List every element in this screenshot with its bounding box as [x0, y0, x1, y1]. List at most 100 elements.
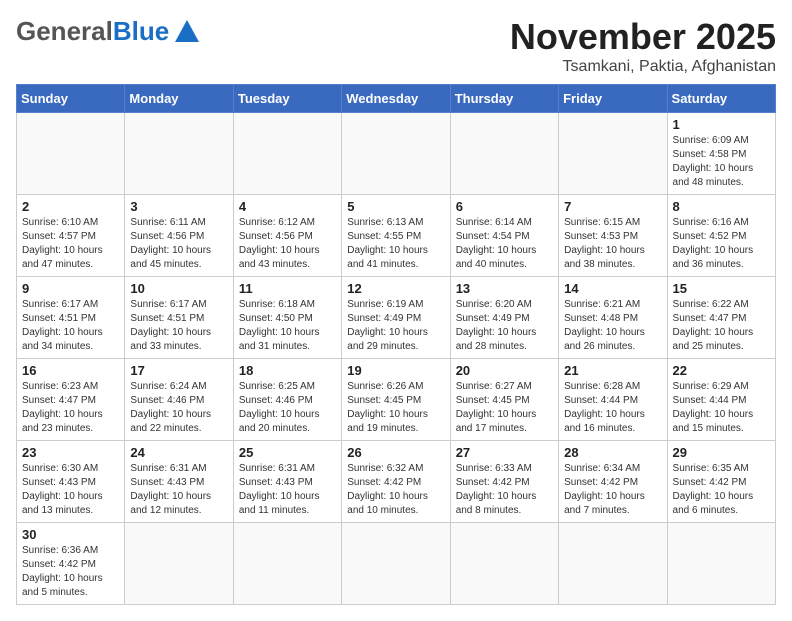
calendar-cell: 22 Sunrise: 6:29 AM Sunset: 4:44 PM Dayli…: [667, 359, 775, 441]
calendar-cell: 13 Sunrise: 6:20 AM Sunset: 4:49 PM Dayli…: [450, 277, 558, 359]
logo: General Blue: [16, 16, 201, 47]
calendar-cell: 20 Sunrise: 6:27 AM Sunset: 4:45 PM Dayli…: [450, 359, 558, 441]
calendar-header-friday: Friday: [559, 85, 667, 113]
calendar-cell: 16Sunrise: 6:23 AM Sunset: 4:47 PM Dayli…: [17, 359, 125, 441]
calendar-cell: [450, 113, 558, 195]
logo-general-text: General: [16, 16, 113, 47]
calendar-cell: 19Sunrise: 6:26 AM Sunset: 4:45 PM Dayli…: [342, 359, 450, 441]
calendar-cell: [17, 113, 125, 195]
calendar-cell: [233, 523, 341, 605]
calendar-cell: [559, 523, 667, 605]
calendar-cell: 24 Sunrise: 6:31 AM Sunset: 4:43 PM Dayli…: [125, 441, 233, 523]
calendar-header-saturday: Saturday: [667, 85, 775, 113]
day-info: Sunrise: 6:22 AM Sunset: 4:47 PM Dayligh…: [673, 298, 770, 354]
day-number: 18: [239, 363, 336, 378]
day-info: Sunrise: 6:35 AM Sunset: 4:42 PM Dayligh…: [673, 462, 770, 518]
calendar-cell: 26 Sunrise: 6:32 AM Sunset: 4:42 PM Dayli…: [342, 441, 450, 523]
day-info: Sunrise: 6:14 AM Sunset: 4:54 PM Dayligh…: [456, 216, 553, 272]
title-area: November 2025 Tsamkani, Paktia, Afghanis…: [510, 16, 776, 76]
day-info: Sunrise: 6:12 AM Sunset: 4:56 PM Dayligh…: [239, 216, 336, 272]
day-info: Sunrise: 6:16 AM Sunset: 4:52 PM Dayligh…: [673, 216, 770, 272]
day-info: Sunrise: 6:17 AM Sunset: 4:51 PM Dayligh…: [22, 298, 119, 354]
day-number: 3: [130, 199, 227, 214]
day-number: 4: [239, 199, 336, 214]
day-info: Sunrise: 6:15 AM Sunset: 4:53 PM Dayligh…: [564, 216, 661, 272]
day-info: Sunrise: 6:30 AM Sunset: 4:43 PM Dayligh…: [22, 462, 119, 518]
calendar-cell: 18 Sunrise: 6:25 AM Sunset: 4:46 PM Dayli…: [233, 359, 341, 441]
day-number: 14: [564, 281, 661, 296]
day-info: Sunrise: 6:19 AM Sunset: 4:49 PM Dayligh…: [347, 298, 444, 354]
calendar-table: SundayMondayTuesdayWednesdayThursdayFrid…: [16, 84, 776, 605]
day-info: Sunrise: 6:32 AM Sunset: 4:42 PM Dayligh…: [347, 462, 444, 518]
day-info: Sunrise: 6:20 AM Sunset: 4:49 PM Dayligh…: [456, 298, 553, 354]
calendar-cell: 15 Sunrise: 6:22 AM Sunset: 4:47 PM Dayli…: [667, 277, 775, 359]
logo-blue-text: Blue: [113, 16, 169, 47]
day-number: 23: [22, 445, 119, 460]
calendar-cell: 9 Sunrise: 6:17 AM Sunset: 4:51 PM Daylig…: [17, 277, 125, 359]
day-number: 9: [22, 281, 119, 296]
calendar-cell: 17Sunrise: 6:24 AM Sunset: 4:46 PM Dayli…: [125, 359, 233, 441]
calendar-cell: 4 Sunrise: 6:12 AM Sunset: 4:56 PM Daylig…: [233, 195, 341, 277]
day-number: 13: [456, 281, 553, 296]
day-number: 2: [22, 199, 119, 214]
day-info: Sunrise: 6:28 AM Sunset: 4:44 PM Dayligh…: [564, 380, 661, 436]
day-info: Sunrise: 6:27 AM Sunset: 4:45 PM Dayligh…: [456, 380, 553, 436]
day-number: 20: [456, 363, 553, 378]
day-number: 10: [130, 281, 227, 296]
calendar-cell: [125, 523, 233, 605]
day-number: 22: [673, 363, 770, 378]
calendar-cell: [125, 113, 233, 195]
calendar-header-thursday: Thursday: [450, 85, 558, 113]
calendar-cell: 29 Sunrise: 6:35 AM Sunset: 4:42 PM Dayli…: [667, 441, 775, 523]
day-info: Sunrise: 6:13 AM Sunset: 4:55 PM Dayligh…: [347, 216, 444, 272]
calendar-cell: 14 Sunrise: 6:21 AM Sunset: 4:48 PM Dayli…: [559, 277, 667, 359]
day-number: 25: [239, 445, 336, 460]
day-info: Sunrise: 6:29 AM Sunset: 4:44 PM Dayligh…: [673, 380, 770, 436]
day-info: Sunrise: 6:33 AM Sunset: 4:42 PM Dayligh…: [456, 462, 553, 518]
day-info: Sunrise: 6:25 AM Sunset: 4:46 PM Dayligh…: [239, 380, 336, 436]
calendar-cell: [342, 113, 450, 195]
day-info: Sunrise: 6:09 AM Sunset: 4:58 PM Dayligh…: [673, 134, 770, 190]
day-number: 24: [130, 445, 227, 460]
calendar-cell: 10Sunrise: 6:17 AM Sunset: 4:51 PM Dayli…: [125, 277, 233, 359]
day-number: 7: [564, 199, 661, 214]
calendar-cell: 7 Sunrise: 6:15 AM Sunset: 4:53 PM Daylig…: [559, 195, 667, 277]
logo-icon: [173, 18, 201, 46]
calendar-cell: 21Sunrise: 6:28 AM Sunset: 4:44 PM Dayli…: [559, 359, 667, 441]
calendar-cell: [559, 113, 667, 195]
day-number: 26: [347, 445, 444, 460]
calendar-cell: 27 Sunrise: 6:33 AM Sunset: 4:42 PM Dayli…: [450, 441, 558, 523]
day-number: 1: [673, 117, 770, 132]
day-info: Sunrise: 6:36 AM Sunset: 4:42 PM Dayligh…: [22, 544, 119, 600]
day-info: Sunrise: 6:31 AM Sunset: 4:43 PM Dayligh…: [130, 462, 227, 518]
day-info: Sunrise: 6:21 AM Sunset: 4:48 PM Dayligh…: [564, 298, 661, 354]
calendar-cell: 30Sunrise: 6:36 AM Sunset: 4:42 PM Dayli…: [17, 523, 125, 605]
day-number: 19: [347, 363, 444, 378]
day-number: 5: [347, 199, 444, 214]
day-info: Sunrise: 6:18 AM Sunset: 4:50 PM Dayligh…: [239, 298, 336, 354]
calendar-cell: 11Sunrise: 6:18 AM Sunset: 4:50 PM Dayli…: [233, 277, 341, 359]
day-number: 27: [456, 445, 553, 460]
subtitle: Tsamkani, Paktia, Afghanistan: [510, 58, 776, 76]
calendar-cell: 1 Sunrise: 6:09 AM Sunset: 4:58 PM Daylig…: [667, 113, 775, 195]
calendar-cell: 2Sunrise: 6:10 AM Sunset: 4:57 PM Daylig…: [17, 195, 125, 277]
day-number: 17: [130, 363, 227, 378]
calendar-cell: 5 Sunrise: 6:13 AM Sunset: 4:55 PM Daylig…: [342, 195, 450, 277]
calendar-cell: 23 Sunrise: 6:30 AM Sunset: 4:43 PM Dayli…: [17, 441, 125, 523]
day-info: Sunrise: 6:11 AM Sunset: 4:56 PM Dayligh…: [130, 216, 227, 272]
calendar-cell: 25Sunrise: 6:31 AM Sunset: 4:43 PM Dayli…: [233, 441, 341, 523]
calendar-header-wednesday: Wednesday: [342, 85, 450, 113]
day-number: 8: [673, 199, 770, 214]
calendar-cell: [450, 523, 558, 605]
calendar-cell: [233, 113, 341, 195]
calendar-header-monday: Monday: [125, 85, 233, 113]
calendar-cell: 28Sunrise: 6:34 AM Sunset: 4:42 PM Dayli…: [559, 441, 667, 523]
calendar-cell: 3 Sunrise: 6:11 AM Sunset: 4:56 PM Daylig…: [125, 195, 233, 277]
header: General Blue November 2025 Tsamkani, Pak…: [16, 16, 776, 76]
calendar-cell: 12Sunrise: 6:19 AM Sunset: 4:49 PM Dayli…: [342, 277, 450, 359]
calendar-cell: 6Sunrise: 6:14 AM Sunset: 4:54 PM Daylig…: [450, 195, 558, 277]
day-number: 15: [673, 281, 770, 296]
calendar-header-sunday: Sunday: [17, 85, 125, 113]
day-number: 29: [673, 445, 770, 460]
day-number: 16: [22, 363, 119, 378]
